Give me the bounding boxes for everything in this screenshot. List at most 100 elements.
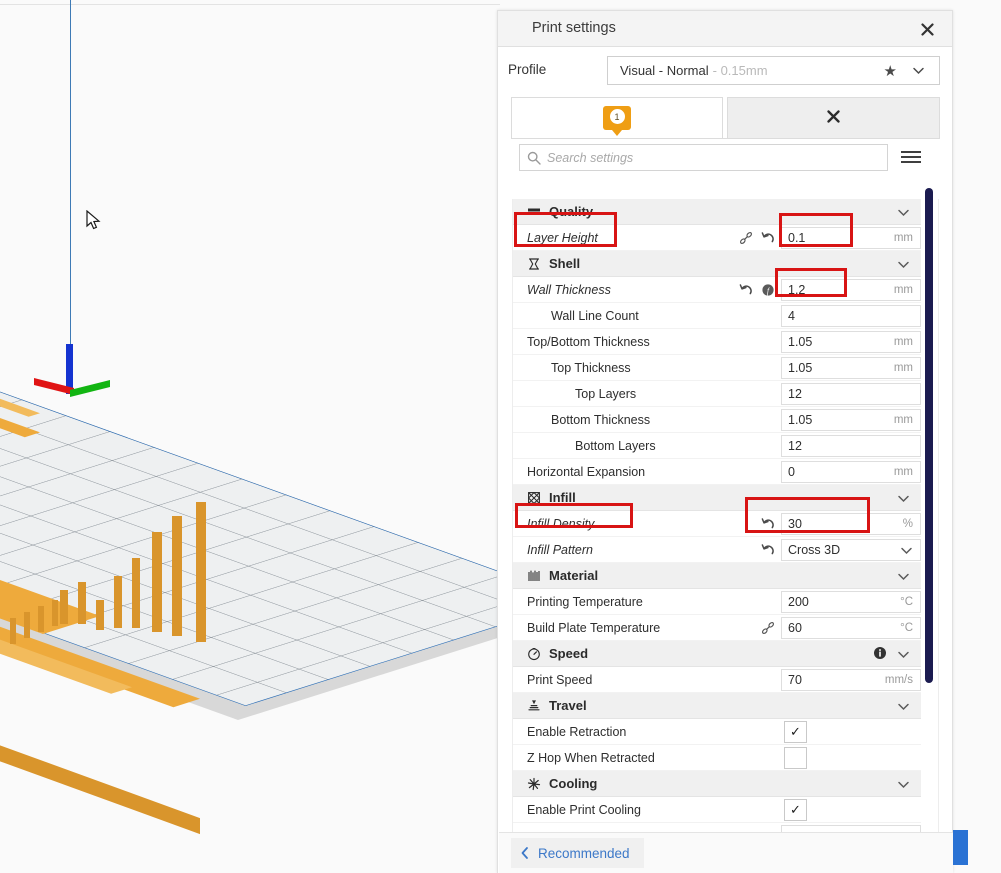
3d-viewport[interactable] [0,0,500,873]
setting-row-horizontal-expansion[interactable]: Horizontal Expansion 0 mm [513,459,921,485]
setting-row-enable-retraction[interactable]: Enable Retraction ✓ [513,719,921,745]
setting-label: Infill Density [527,516,595,531]
settings-scrollbar-thumb[interactable] [925,188,933,683]
setting-label: Bottom Layers [575,438,656,453]
chevron-down-icon[interactable] [896,257,911,272]
setting-row-print-speed[interactable]: Print Speed 70 mm/s [513,667,921,693]
panel-bottom-bar: Recommended [499,832,953,873]
value-print-speed[interactable]: 70 mm/s [781,669,921,691]
chevron-down-icon[interactable] [896,491,911,506]
bottom-right-blue-indicator[interactable] [953,830,968,865]
value-layer-height[interactable]: 0.1 mm [781,227,921,249]
revert-icon[interactable] [761,231,775,245]
function-icon[interactable]: f [761,283,775,297]
setting-row-enable-print-cooling[interactable]: Enable Print Cooling ✓ [513,797,921,823]
value-top-layers[interactable]: 12 [781,383,921,405]
checkbox-z-hop-when-retracted[interactable] [784,747,807,769]
value-text: 200 [788,595,809,609]
tab-custom-settings[interactable]: 1 [511,97,723,139]
chevron-down-icon[interactable] [896,647,911,662]
section-header-shell[interactable]: Shell [513,251,921,277]
chevron-down-icon[interactable] [896,205,911,220]
settings-tabs: 1 [511,97,952,139]
shell-icon [519,257,549,271]
value-wall-thickness[interactable]: 1.2 mm [781,279,921,301]
chevron-down-icon[interactable] [896,569,911,584]
value-top-thickness[interactable]: 1.05 mm [781,357,921,379]
recommended-button[interactable]: Recommended [511,838,644,868]
value-infill-density[interactable]: 30% [781,513,921,535]
search-icon [527,151,541,165]
tab-second[interactable] [727,97,940,139]
settings-list[interactable]: Quality Layer Height 0.1 mm Shell Wall Thickn… [512,199,939,843]
chevron-down-icon[interactable] [899,543,914,558]
section-title: Infill [549,490,576,505]
star-icon[interactable]: ★ [884,62,897,80]
value-bottom-layers[interactable]: 12 [781,435,921,457]
viewport-top-divider [0,4,500,5]
section-header-cooling[interactable]: Cooling [513,771,921,797]
setting-label: Printing Temperature [527,594,643,609]
chevron-down-icon[interactable] [896,699,911,714]
info-icon[interactable] [873,646,887,660]
revert-icon[interactable] [761,543,775,557]
setting-row-infill-density[interactable]: Infill Density 30% [513,511,921,537]
search-input[interactable]: Search settings [519,144,888,171]
value-text: 70 [788,673,802,687]
setting-label: Wall Line Count [551,308,639,323]
profile-label: Profile [508,62,547,77]
chevron-left-icon [519,846,531,860]
setting-row-printing-temperature[interactable]: Printing Temperature 200 °C [513,589,921,615]
value-top-bottom-thickness[interactable]: 1.05 mm [781,331,921,353]
value-infill-pattern[interactable]: Cross 3D [781,539,921,561]
link-icon[interactable] [739,231,753,245]
setting-row-top-layers[interactable]: Top Layers 12 [513,381,921,407]
section-header-speed[interactable]: Speed [513,641,921,667]
value-text: 30 [788,517,802,531]
chevron-down-icon[interactable] [911,63,926,83]
value-text: 1.2 [788,283,806,297]
row-icons [761,517,775,531]
value-horizontal-expansion[interactable]: 0 mm [781,461,921,483]
revert-icon[interactable] [739,283,753,297]
section-header-infill[interactable]: Infill [513,485,921,511]
value-bottom-thickness[interactable]: 1.05 mm [781,409,921,431]
material-icon [519,569,549,583]
hamburger-menu-icon[interactable] [901,145,925,169]
value-text: 1.05 [788,361,813,375]
section-title: Travel [549,698,587,713]
section-header-material[interactable]: Material [513,563,921,589]
infill-icon [519,491,549,505]
revert-icon[interactable] [761,517,775,531]
3d-model-object[interactable] [0,388,310,840]
value-wall-line-count[interactable]: 4 [781,305,921,327]
section-header-quality[interactable]: Quality [513,199,921,225]
close-icon[interactable] [916,18,938,40]
setting-row-wall-line-count[interactable]: Wall Line Count 4 [513,303,921,329]
checkbox-enable-print-cooling[interactable]: ✓ [784,799,807,821]
setting-row-bottom-thickness[interactable]: Bottom Thickness 1.05 mm [513,407,921,433]
section-title: Shell [549,256,581,271]
section-header-travel[interactable]: Travel [513,693,921,719]
link-icon[interactable] [761,621,775,635]
setting-row-layer-height[interactable]: Layer Height 0.1 mm [513,225,921,251]
setting-row-top-thickness[interactable]: Top Thickness 1.05 mm [513,355,921,381]
setting-row-build-plate-temperature[interactable]: Build Plate Temperature 60 °C [513,615,921,641]
setting-label: Layer Height [527,230,598,245]
value-unit: mm [893,336,913,348]
value-build-plate-temperature[interactable]: 60 °C [781,617,921,639]
setting-row-infill-pattern[interactable]: Infill Pattern Cross 3D [513,537,921,563]
checkbox-enable-retraction[interactable]: ✓ [784,721,807,743]
setting-row-top-bottom-thickness[interactable]: Top/Bottom Thickness 1.05 mm [513,329,921,355]
setting-row-wall-thickness[interactable]: Wall Thickness f 1.2 mm [513,277,921,303]
profile-select[interactable]: Visual - Normal - 0.15mm ★ [607,56,940,85]
settings-scrollbar-track[interactable] [923,188,936,683]
setting-label: Top Layers [575,386,637,401]
setting-row-z-hop-when-retracted[interactable]: Z Hop When Retracted [513,745,921,771]
row-icons [761,543,775,557]
section-title: Speed [549,646,589,661]
value-printing-temperature[interactable]: 200 °C [781,591,921,613]
chevron-down-icon[interactable] [896,777,911,792]
setting-row-bottom-layers[interactable]: Bottom Layers 12 [513,433,921,459]
close-icon[interactable] [827,109,840,128]
